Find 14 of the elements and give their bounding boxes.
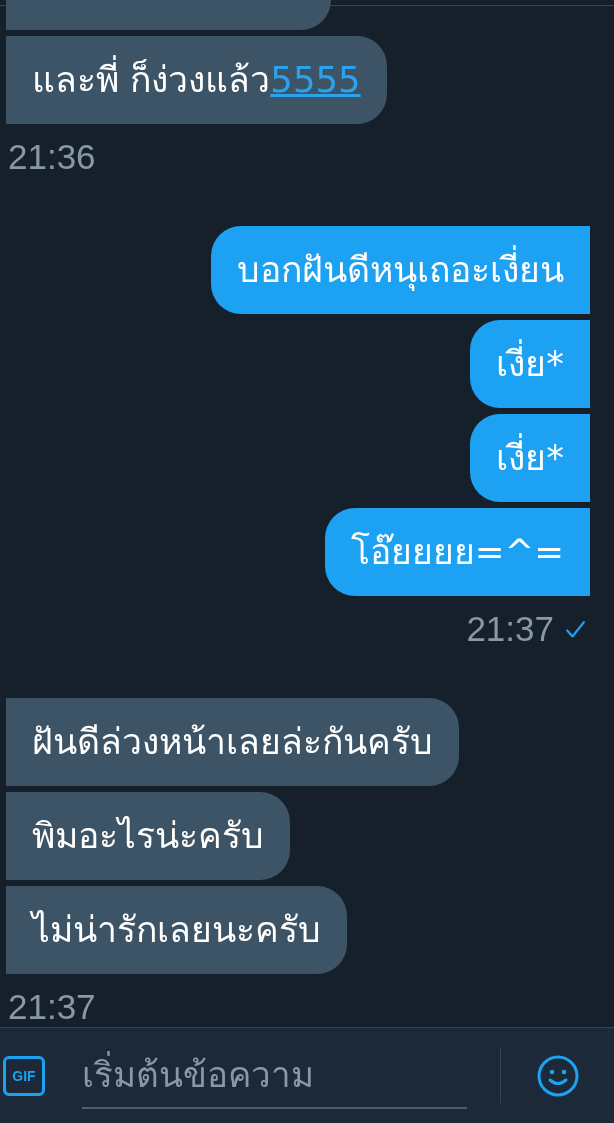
timestamp: 21:37 xyxy=(8,987,96,1027)
message-text: พิมอะไรน่ะครับ xyxy=(32,813,264,858)
message-text: เงี่ย* xyxy=(496,340,564,388)
timestamp: 21:37 xyxy=(466,609,554,649)
timestamp: 21:36 xyxy=(8,137,96,177)
link[interactable]: 5555 xyxy=(270,58,361,100)
message-text: ฝันดีล่วงหน้าเลยล่ะกันครับ xyxy=(32,719,433,764)
message-text: โอ๊ยยยย=^= xyxy=(350,529,564,574)
gif-button[interactable]: GIF xyxy=(3,1055,45,1096)
message-input[interactable]: เริ่มต้นข้อความ xyxy=(82,1042,467,1109)
message-text: เงี่ย* xyxy=(496,434,564,482)
message-text: บอกฝันดีหนุเถอะเงี่ยน xyxy=(237,246,564,294)
smiley-icon[interactable] xyxy=(537,1054,579,1097)
message-text: และพี่ ก็ง่วงแล้ว5555 xyxy=(32,56,361,104)
